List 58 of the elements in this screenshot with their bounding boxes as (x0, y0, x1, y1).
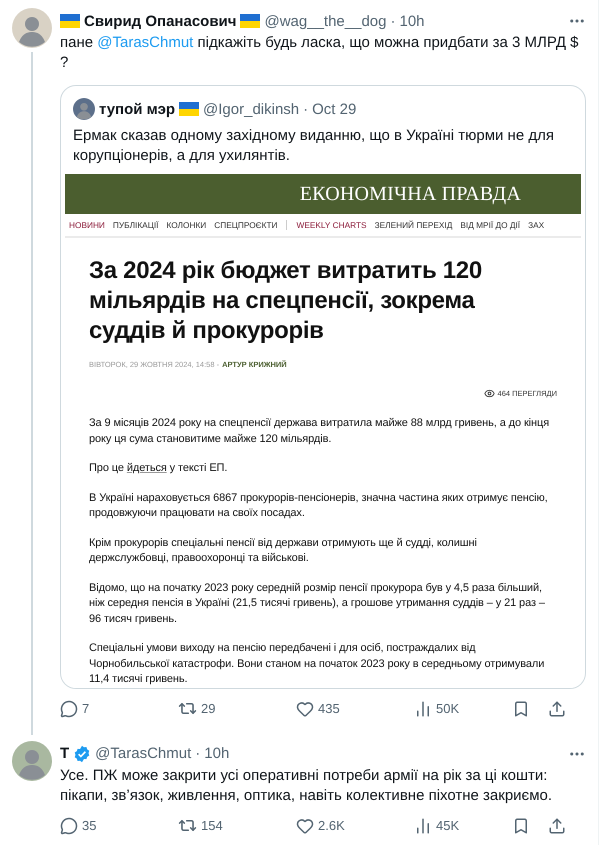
article-paragraph: Відомо, що на початку 2023 року середній розмір пенсії прокурора був у 4,5 раза більший, ніж середня пенсія в Україні (21,5 тисячі гривень), а грошове утримання суддів – у 21 раз – 96 тисяч гривень. (89, 580, 546, 626)
article-headline: За 2024 рік бюджет витратить 120 мільярдів на спецпенсії, зокрема суддів й прокурорів (89, 256, 483, 346)
separator-dot: · (195, 745, 200, 762)
views-button[interactable]: 50K (414, 700, 504, 718)
nav-item[interactable]: ЗАХ (528, 220, 544, 230)
nav-item[interactable]: СПЕЦПРОЄКТИ (214, 220, 278, 230)
eye-icon (484, 388, 495, 399)
avatar[interactable] (12, 8, 52, 48)
article-paragraph: За 9 місяців 2024 року на спецпенсії держава витратила майже 88 млрд гривень, а до кінця року ця сума становитиме майже 120 мільярдів. (89, 416, 550, 446)
heart-icon (296, 816, 314, 834)
masthead-title: ЕКОНОМІЧНА ПРАВДА (300, 182, 521, 206)
like-button[interactable]: 435 (296, 700, 414, 718)
quote-text: Ермак сказав одному західному виданню, що в Україні тюрми не для корупціонерів, а для ухилянтів. (72, 126, 555, 166)
author-handle[interactable]: @Igor_dikinsh (203, 100, 300, 118)
author-name[interactable]: тупой мэр (99, 100, 176, 118)
reply-icon (60, 700, 78, 718)
nav-item[interactable]: ВІД МРІЇ ДО ДІЇ (460, 220, 520, 230)
nav-item[interactable]: WEEKLY CHARTS (286, 220, 367, 230)
bookmark-icon[interactable] (512, 816, 530, 834)
tweet-text: пане @TarasChmut підкажіть будь ласка, що можна придбати за 3 МЛРД $ ? (60, 33, 580, 73)
separator-dot: · (303, 100, 308, 118)
share-icon[interactable] (548, 700, 566, 718)
reply-icon (60, 816, 78, 834)
repost-button[interactable]: 29 (178, 699, 296, 718)
author-name[interactable]: T (60, 745, 70, 762)
flag-icon (60, 14, 80, 28)
heart-icon (296, 700, 314, 718)
post-time[interactable]: Oct 29 (312, 100, 356, 118)
like-button[interactable]: 2.6K (296, 816, 414, 834)
author-handle[interactable]: @TarasChmut (95, 745, 192, 762)
verified-icon (73, 744, 92, 762)
bar-chart-icon (414, 816, 432, 834)
article-paragraph: Про це йдеться у тексті ЕП. (89, 461, 228, 476)
post-time[interactable]: 10h (399, 12, 425, 30)
bar-chart-icon (414, 700, 432, 718)
nav-item[interactable]: ПУБЛІКАЦІЇ (112, 220, 158, 230)
reply-button[interactable]: 35 (60, 816, 178, 834)
nav-item[interactable]: НОВИНИ (69, 220, 105, 230)
tweet-text: Усе. ПЖ може закрити усі оперативні потреби армії на рік за ці кошти: пікапи, зв’язок, живлення, оптика, навіть колективне піхотне закриємо. (60, 766, 554, 806)
author-name[interactable]: Свирид Опанасович (84, 12, 236, 30)
flag-icon (179, 102, 200, 116)
separator-dot: · (390, 12, 396, 30)
nav-item[interactable]: ЗЕЛЕНИЙ ПЕРЕХІД (374, 220, 452, 230)
post-time[interactable]: 10h (204, 745, 230, 762)
flag-icon (240, 14, 260, 28)
reply-button[interactable]: 7 (60, 700, 178, 718)
nav-item[interactable]: КОЛОНКИ (166, 220, 206, 230)
avatar[interactable] (73, 98, 95, 120)
repost-button[interactable]: 154 (178, 816, 296, 835)
article-paragraph: Крім прокурорів спеціальні пенсії від держави отримують ще й судді, колишні держслужбовці, правоохоронці та військові. (89, 536, 478, 566)
avatar[interactable] (12, 740, 52, 780)
article-paragraph: В Україні нараховується 6867 прокурорів-пенсіонерів, значна частина яких отримує пенсію, продовжуючи працювати на своїх посадах. (89, 490, 549, 521)
views-button[interactable]: 45K (414, 816, 504, 834)
article-paragraph: Спеціальні умови виходу на пенсію передбачені і для осіб, постраждалих від Чорнобильської катастрофи. Вони станом на початок 2023 року в середньому отримували 11,4 тисячі гривень. (89, 641, 546, 687)
share-icon[interactable] (548, 816, 566, 834)
quoted-tweet[interactable] (60, 85, 586, 688)
bookmark-icon[interactable] (512, 700, 530, 718)
author-handle[interactable]: @wag__the__dog (264, 12, 386, 30)
